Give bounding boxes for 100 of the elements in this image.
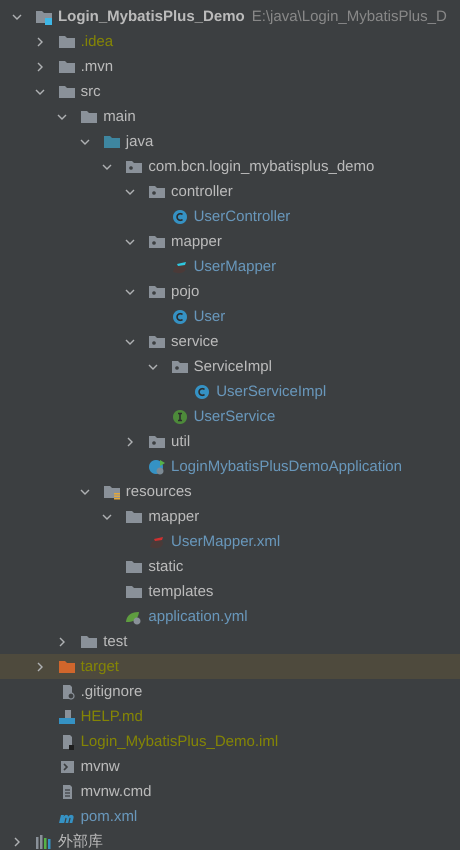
tree-row[interactable]: main [0,104,460,129]
item-name: resources [126,483,192,500]
package-folder-icon [148,284,166,300]
tree-row[interactable]: UserService [0,404,460,429]
package-folder-icon [148,234,166,250]
item-name: controller [171,183,233,200]
module-folder-icon [35,8,53,24]
tree-row[interactable]: mapper [0,504,460,529]
folder-icon [125,508,144,524]
markdown-file-icon [58,708,76,724]
chevron-down-icon[interactable] [102,512,112,522]
item-name: UserController [194,208,290,225]
item-name: .gitignore [80,683,142,700]
project-path: E:\java\Login_MybatisPlus_D [252,8,447,25]
interface-icon [170,408,189,424]
tree-row[interactable]: java [0,129,460,154]
tree-row[interactable]: application.yml [0,604,460,629]
chevron-down-icon[interactable] [80,136,90,146]
chevron-right-icon[interactable] [34,36,45,46]
tree-row[interactable]: mvnw [0,754,460,779]
tree-row[interactable]: service [0,329,460,354]
item-name: mapper [148,508,200,525]
item-name: mvnw [80,758,120,775]
package-folder-icon [125,158,144,174]
tree-row[interactable]: pojo [0,279,460,304]
chevron-down-icon[interactable] [34,86,45,96]
tree-row[interactable]: ServiceImpl [0,354,460,379]
library-icon [35,834,53,850]
chevron-down-icon[interactable] [57,112,68,122]
chevron-down-icon[interactable] [125,236,135,246]
package-folder-icon [148,334,166,350]
folder-icon [102,134,121,150]
class-icon [170,308,189,324]
item-name: mvnw.cmd [80,783,152,800]
item-name: target [80,658,119,675]
folder-icon [58,34,76,50]
item-name: main [103,108,136,125]
package-folder-icon [148,434,166,450]
tree-row[interactable]: .gitignore [0,679,460,704]
item-name: UserMapper.xml [171,533,280,550]
folder-icon [58,58,76,74]
tree-row[interactable]: pom.xml [0,804,460,829]
tree-row[interactable]: UserMapper [0,254,460,279]
chevron-down-icon[interactable] [102,162,112,172]
tree-row[interactable]: com.bcn.login_mybatisplus_demo [0,154,460,179]
tree-row[interactable]: static [0,554,460,579]
tree-row[interactable]: LoginMybatisPlusDemoApplication [0,454,460,479]
tree-row[interactable]: resources [0,479,460,504]
tree-row[interactable]: Login_MybatisPlus_Demo E:\java\Login_MybatisPlus_D [0,4,460,29]
tree-row[interactable]: UserMapper.xml [0,529,460,554]
tree-row[interactable]: 外部库 [0,829,460,850]
chevron-right-icon[interactable] [34,62,45,72]
item-name: pojo [171,283,200,300]
tree-row[interactable]: templates [0,579,460,604]
folder-icon [58,658,76,674]
tree-row[interactable]: src [0,79,460,104]
folder-icon [125,584,144,600]
item-name: java [126,133,154,150]
folder-icon [80,634,98,650]
tree-row[interactable]: UserServiceImpl [0,379,460,404]
resources-folder-icon [102,484,121,500]
item-name: LoginMybatisPlusDemoApplication [171,458,402,475]
item-name: templates [148,583,214,600]
tree-row[interactable]: mapper [0,229,460,254]
tree-row[interactable]: util [0,429,460,454]
application-icon [148,458,166,474]
item-name: pom.xml [80,808,138,825]
item-name: Login_MybatisPlus_Demo.iml [80,733,278,750]
tree-row[interactable]: User [0,304,460,329]
chevron-right-icon[interactable] [34,662,45,672]
chevron-down-icon[interactable] [12,12,22,22]
tree-row[interactable]: UserController [0,204,460,229]
item-name: test [103,633,128,650]
class-icon [193,384,212,400]
tree-row[interactable]: controller [0,179,460,204]
item-name: ServiceImpl [194,358,272,375]
item-name: UserService [194,408,276,425]
folder-icon [58,84,76,100]
chevron-down-icon[interactable] [125,186,135,196]
chevron-down-icon[interactable] [125,286,135,296]
item-name: .mvn [80,58,114,75]
tree-row[interactable]: .mvn [0,54,460,79]
item-name: .idea [80,33,114,50]
tree-row[interactable]: mvnw.cmd [0,779,460,804]
chevron-down-icon[interactable] [125,336,135,346]
item-name: application.yml [148,608,248,625]
chevron-right-icon[interactable] [12,836,22,846]
package-folder-icon [148,184,166,200]
item-name: HELP.md [80,708,143,725]
package-folder-icon [170,358,189,374]
folder-icon [125,558,144,574]
tree-row[interactable]: test [0,629,460,654]
item-name: mapper [171,233,222,250]
item-name: 外部库 [58,832,103,850]
chevron-right-icon[interactable] [125,436,135,446]
chevron-right-icon[interactable] [57,636,68,646]
item-name: service [171,333,219,350]
chevron-down-icon[interactable] [148,362,158,372]
chevron-down-icon[interactable] [80,486,90,496]
class-icon [170,208,189,224]
